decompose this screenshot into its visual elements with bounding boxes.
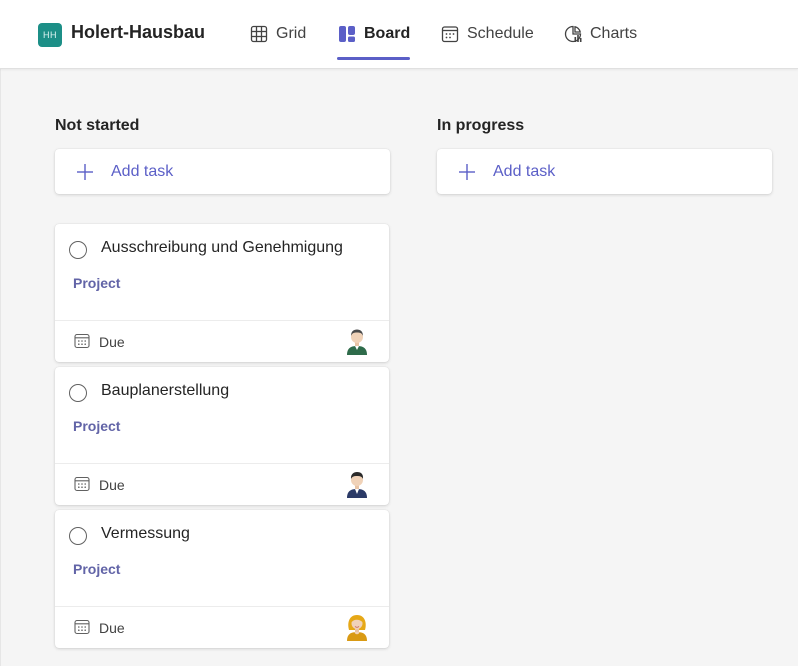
add-task-button[interactable]: Add task bbox=[55, 149, 390, 194]
task-title: Bauplanerstellung bbox=[101, 382, 230, 399]
tab-board-label: Board bbox=[364, 25, 411, 42]
task-card[interactable]: Bauplanerstellung Project Due bbox=[55, 367, 389, 505]
grid-icon bbox=[250, 25, 268, 43]
top-bar: HH Holert-Hausbau Grid Board Schedule Ch… bbox=[0, 0, 798, 69]
task-footer: Due bbox=[55, 463, 389, 506]
plus-icon bbox=[77, 163, 93, 180]
bucket-title-not-started: Not started bbox=[55, 117, 140, 134]
male-avatar-navy-icon[interactable] bbox=[345, 470, 369, 498]
complete-task-checkbox[interactable] bbox=[69, 527, 87, 545]
due-date: Due bbox=[99, 620, 125, 636]
tab-schedule[interactable]: Schedule bbox=[440, 0, 534, 68]
tab-grid-label: Grid bbox=[276, 25, 307, 42]
due-date: Due bbox=[99, 334, 125, 350]
calendar-icon bbox=[441, 26, 459, 43]
task-card[interactable]: Vermessung Project Due bbox=[55, 510, 389, 648]
charts-icon bbox=[564, 25, 582, 43]
task-footer: Due bbox=[55, 320, 389, 363]
male-avatar-green-icon[interactable] bbox=[345, 327, 369, 355]
complete-task-checkbox[interactable] bbox=[69, 384, 87, 402]
add-task-button[interactable]: Add task bbox=[437, 149, 772, 194]
task-label: Project bbox=[73, 275, 121, 291]
bucket-title-in-progress: In progress bbox=[437, 117, 525, 134]
calendar-icon bbox=[74, 476, 90, 492]
calendar-icon bbox=[74, 619, 90, 635]
task-label: Project bbox=[73, 561, 121, 577]
tab-board[interactable]: Board bbox=[337, 0, 411, 68]
calendar-icon bbox=[74, 333, 90, 349]
task-title: Vermessung bbox=[101, 525, 190, 542]
due-date: Due bbox=[99, 477, 125, 493]
plan-avatar: HH bbox=[38, 23, 62, 47]
add-task-label: Add task bbox=[493, 162, 556, 180]
task-card[interactable]: Ausschreibung und Genehmigung Project Du… bbox=[55, 224, 389, 362]
complete-task-checkbox[interactable] bbox=[69, 241, 87, 259]
task-label: Project bbox=[73, 418, 121, 434]
female-avatar-icon[interactable] bbox=[345, 613, 369, 641]
tab-charts[interactable]: Charts bbox=[563, 0, 637, 68]
divider bbox=[0, 69, 1, 666]
task-title: Ausschreibung und Genehmigung bbox=[101, 239, 343, 256]
tab-grid[interactable]: Grid bbox=[249, 0, 306, 68]
tab-charts-label: Charts bbox=[590, 25, 638, 42]
tab-schedule-label: Schedule bbox=[467, 25, 534, 42]
plan-title: Holert-Hausbau bbox=[71, 22, 206, 42]
task-footer: Due bbox=[55, 606, 389, 649]
add-task-label: Add task bbox=[111, 162, 174, 180]
board-icon bbox=[339, 26, 355, 42]
plus-icon bbox=[459, 163, 475, 180]
